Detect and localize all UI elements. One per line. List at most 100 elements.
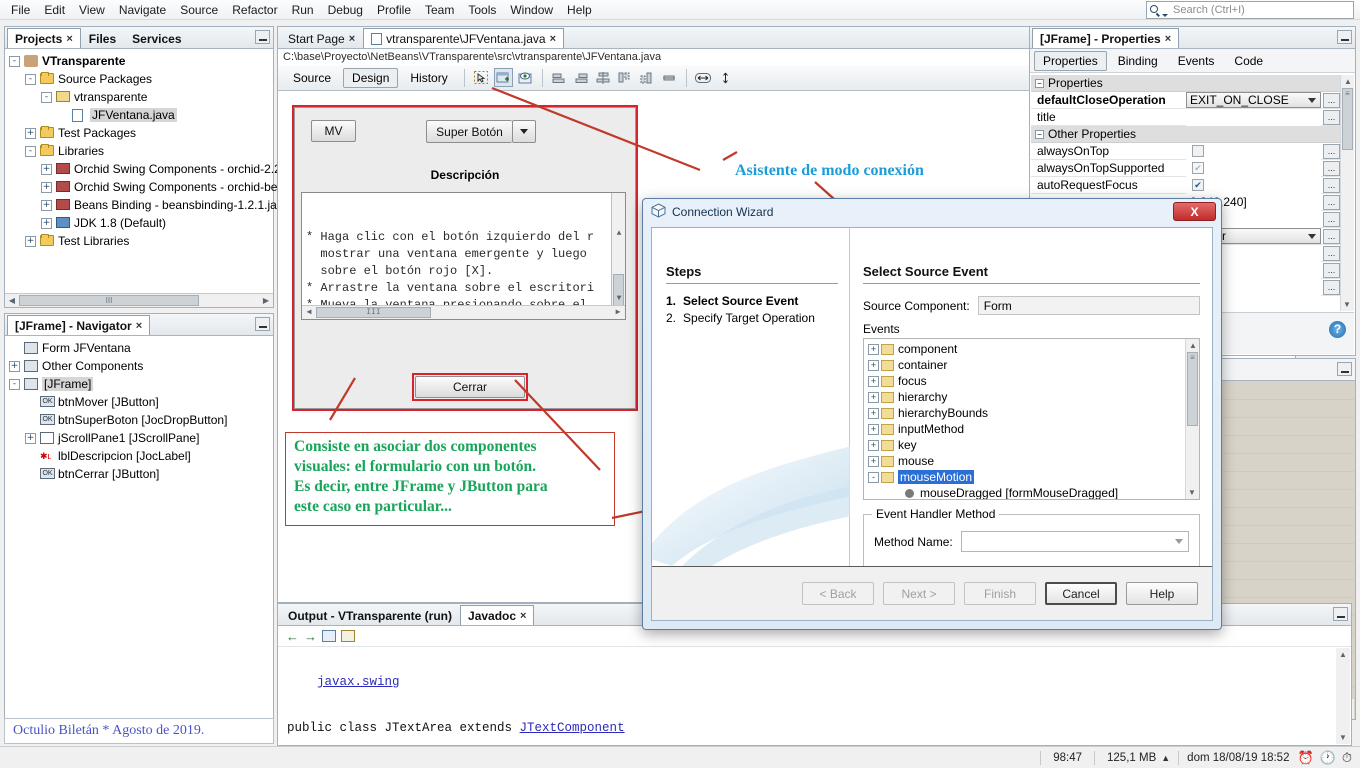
property-editor-button[interactable]: ... <box>1323 279 1340 295</box>
project-tree-item-row[interactable]: + JDK 1.8 (Default) <box>9 214 273 232</box>
tab-jfventana[interactable]: vtransparente\JFVentana.java × <box>363 28 565 48</box>
show-doc-icon[interactable] <box>341 630 355 642</box>
project-tree-item-row[interactable]: - vtransparente <box>9 88 273 106</box>
subtab-properties[interactable]: Properties <box>1034 50 1107 71</box>
menu-item-edit[interactable]: Edit <box>37 1 72 19</box>
collapse-icon[interactable]: - <box>868 471 879 483</box>
close-icon[interactable]: × <box>550 33 556 45</box>
event-tree-item[interactable]: mouseDragged [formMouseDragged] <box>868 485 1199 499</box>
view-tab-history[interactable]: History <box>401 68 456 88</box>
scroll-thumb-v[interactable]: ≡ <box>1342 88 1353 150</box>
property-checkbox[interactable]: ✔ <box>1192 179 1204 191</box>
menu-item-profile[interactable]: Profile <box>370 1 418 19</box>
close-icon[interactable]: × <box>520 610 526 622</box>
menu-item-window[interactable]: Window <box>503 1 560 19</box>
project-tree-item-row[interactable]: + Test Packages <box>9 124 273 142</box>
align-right-icon[interactable] <box>572 68 591 87</box>
help-icon[interactable]: ? <box>1329 321 1346 338</box>
expand-icon[interactable]: + <box>868 455 879 467</box>
expand-icon[interactable]: + <box>25 127 36 139</box>
tab-javadoc[interactable]: Javadoc × <box>460 605 535 625</box>
navigator-tree[interactable]: Form JFVentana + Other Components - [JFrame]… <box>5 336 273 483</box>
property-editor-button[interactable]: ... <box>1323 228 1340 244</box>
scroll-right-icon[interactable]: ▶ <box>259 294 273 307</box>
back-button[interactable]: < Back <box>802 582 874 605</box>
property-row[interactable]: defaultCloseOperation EXIT_ON_CLOSE... <box>1031 92 1340 109</box>
collapse-icon[interactable]: - <box>25 73 36 85</box>
navigator-tree-item-row[interactable]: OK btnCerrar [JButton] <box>9 465 273 483</box>
property-group-header[interactable]: − Other Properties <box>1031 126 1340 143</box>
project-tree-item-row[interactable]: + Orchid Swing Components - orchid-2.2. <box>9 160 284 178</box>
project-tree-item-row[interactable]: + Orchid Swing Components - orchid-bea <box>9 178 284 196</box>
tab-start-page[interactable]: Start Page × <box>280 28 363 48</box>
memory-gauge-icon[interactable]: ▲ <box>1161 753 1170 763</box>
selection-mode-icon[interactable] <box>472 68 491 87</box>
close-icon[interactable]: × <box>136 320 142 332</box>
events-vscrollbar[interactable]: ▲ ≡ ▼ <box>1185 339 1199 499</box>
projects-hscrollbar[interactable]: ◀ III ▶ <box>5 293 273 307</box>
event-tree-item[interactable]: + container <box>868 357 1199 373</box>
javadoc-vscrollbar[interactable]: ▲ ▼ <box>1336 648 1350 744</box>
expand-icon[interactable]: + <box>868 375 879 387</box>
expand-icon[interactable]: + <box>41 217 52 229</box>
minimize-icon[interactable] <box>255 317 270 331</box>
collapse-icon[interactable]: − <box>1035 129 1044 139</box>
align-left-icon[interactable] <box>550 68 569 87</box>
menu-item-help[interactable]: Help <box>560 1 599 19</box>
help-button[interactable]: Help <box>1126 582 1198 605</box>
navigator-tree-item-row[interactable]: OK btnSuperBoton [JocDropButton] <box>9 411 273 429</box>
expand-icon[interactable]: + <box>868 423 879 435</box>
chevron-down-icon[interactable] <box>1175 539 1183 544</box>
project-tree-item-row[interactable]: - VTransparente <box>9 52 273 70</box>
property-editor-button[interactable]: ... <box>1323 194 1340 210</box>
scroll-up-icon[interactable]: ▲ <box>1336 648 1350 661</box>
project-tree-item-row[interactable]: + Beans Binding - beansbinding-1.2.1.jar <box>9 196 281 214</box>
align-bottom-icon[interactable] <box>638 68 657 87</box>
project-tree-item-row[interactable]: JFVentana.java <box>9 106 273 124</box>
menu-item-team[interactable]: Team <box>418 1 461 19</box>
javadoc-signature-link[interactable]: JTextComponent <box>520 721 625 735</box>
expand-icon[interactable]: + <box>41 163 52 175</box>
expand-icon[interactable]: + <box>868 439 879 451</box>
close-icon[interactable]: × <box>1165 33 1171 45</box>
scroll-down-icon[interactable]: ▼ <box>1340 298 1354 311</box>
clock-icon[interactable]: 🕐 <box>1320 750 1336 766</box>
subtab-binding[interactable]: Binding <box>1109 51 1167 71</box>
property-editor-button[interactable]: ... <box>1323 92 1340 108</box>
collapse-icon[interactable]: - <box>41 91 52 103</box>
scroll-thumb-v[interactable]: ≡ <box>1187 352 1198 426</box>
minimize-icon[interactable] <box>255 30 270 44</box>
property-editor-button[interactable]: ... <box>1323 143 1340 159</box>
collapse-icon[interactable]: - <box>25 145 36 157</box>
property-row[interactable]: alwaysOnTop... <box>1031 142 1340 160</box>
open-in-browser-icon[interactable] <box>322 630 336 642</box>
minimize-icon[interactable] <box>1337 362 1352 376</box>
navigator-tree-item-row[interactable]: OK btnMover [JButton] <box>9 393 273 411</box>
menu-item-tools[interactable]: Tools <box>461 1 503 19</box>
event-tree-item[interactable]: + inputMethod <box>868 421 1199 437</box>
navigator-tree-item-row[interactable]: ✱ʟ lblDescripcion [JocLabel] <box>9 447 273 465</box>
projects-tree[interactable]: - VTransparente - Source Packages - vtranspar… <box>5 49 284 250</box>
scroll-up-icon[interactable]: ▲ <box>1341 75 1355 88</box>
resize-vertical-icon[interactable] <box>716 68 735 87</box>
navigator-tree-item-row[interactable]: + jScrollPane1 [JScrollPane] <box>9 429 273 447</box>
alarm-clock-icon[interactable]: ⏰ <box>1297 750 1313 766</box>
project-tree-item-row[interactable]: - Source Packages <box>9 70 273 88</box>
next-button[interactable]: Next > <box>883 582 955 605</box>
tab-projects[interactable]: Projects × <box>7 28 81 48</box>
expand-icon[interactable]: + <box>25 432 36 444</box>
menu-item-navigate[interactable]: Navigate <box>112 1 173 19</box>
event-tree-item[interactable]: + hierarchyBounds <box>868 405 1199 421</box>
tab-files[interactable]: Files <box>81 28 124 48</box>
view-tab-source[interactable]: Source <box>284 68 340 88</box>
expand-icon[interactable]: + <box>9 360 20 372</box>
method-name-input[interactable] <box>960 531 1189 552</box>
chevron-down-icon[interactable] <box>1308 97 1316 103</box>
align-top-icon[interactable] <box>616 68 635 87</box>
view-tab-design[interactable]: Design <box>343 67 399 88</box>
expand-icon[interactable]: + <box>41 199 52 211</box>
tab-services[interactable]: Services <box>124 28 189 48</box>
expand-icon[interactable]: + <box>25 235 36 247</box>
menu-item-source[interactable]: Source <box>173 1 225 19</box>
properties-vscrollbar[interactable]: ▲ ≡ ▼ <box>1340 75 1354 311</box>
